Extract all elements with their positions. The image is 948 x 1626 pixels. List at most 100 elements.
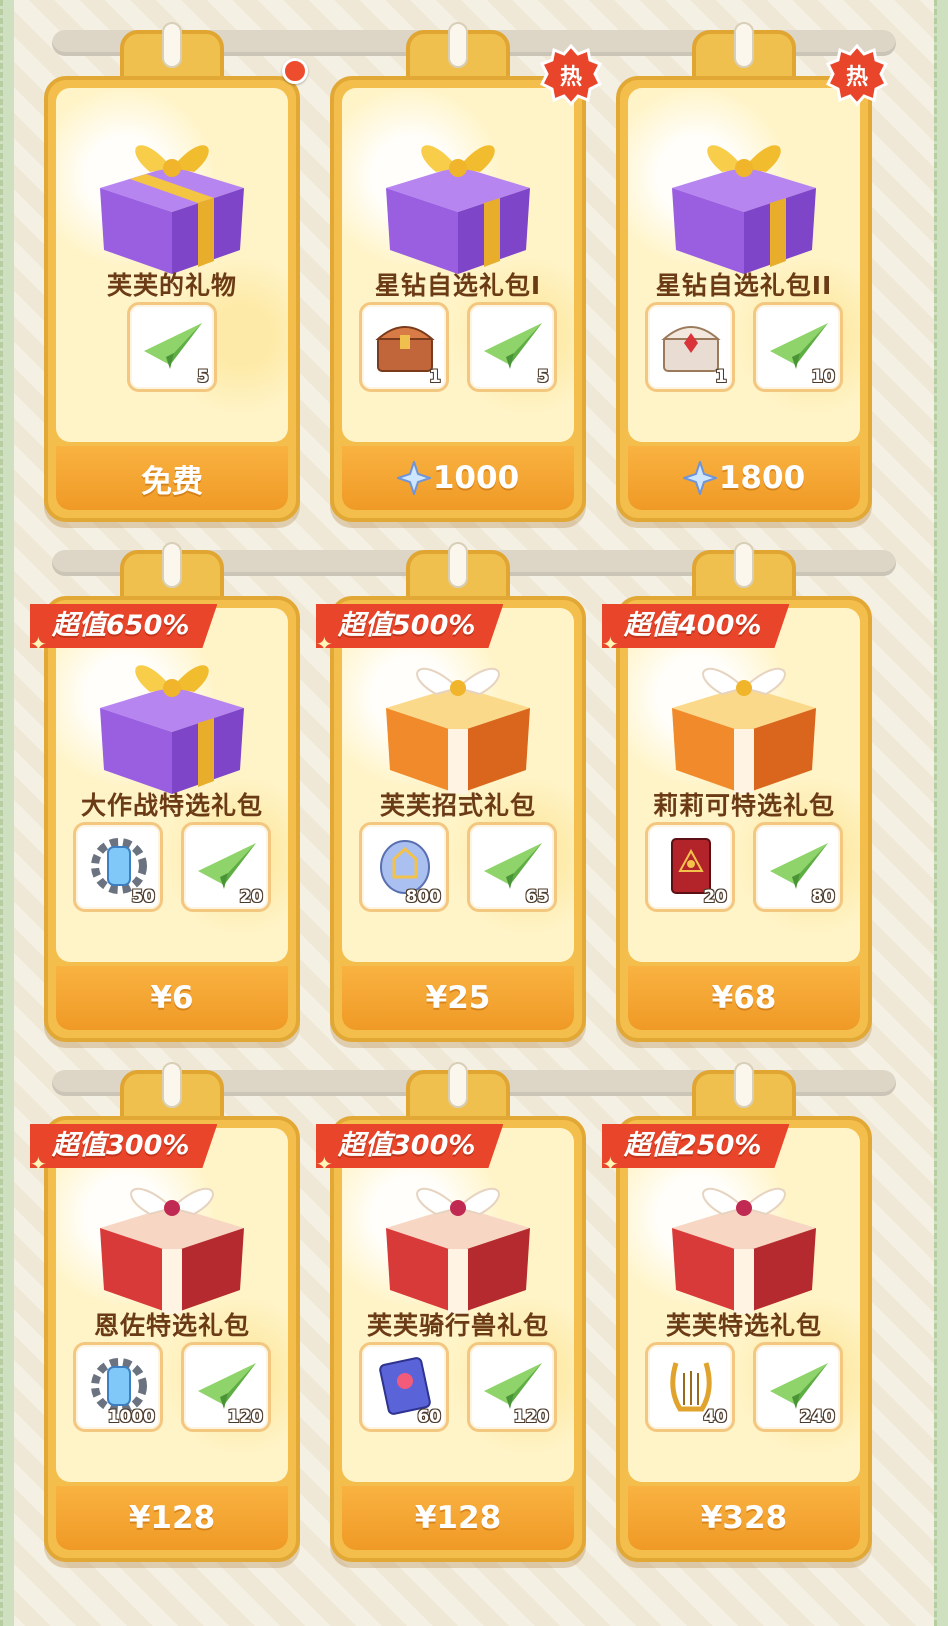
item-slot[interactable]: 5 — [467, 302, 557, 392]
item-quantity: 5 — [197, 367, 209, 387]
item-slot[interactable]: 1 — [645, 302, 735, 392]
pack-name: 恩佐特选礼包 — [93, 1311, 250, 1340]
hot-badge-text: 热 — [845, 65, 868, 90]
item-quantity: 1 — [715, 367, 727, 387]
pack-items: 1 5 — [330, 302, 586, 392]
pack-card-furfur-gift[interactable]: 免费 芙芙的礼物 5 — [44, 22, 308, 522]
pack-name: 大作战特选礼包 — [80, 791, 263, 820]
pack-name: 芙芙招式礼包 — [379, 791, 536, 820]
clip-peg — [734, 1062, 754, 1108]
right-border-rail — [934, 0, 948, 1626]
item-slot[interactable]: 20 — [645, 822, 735, 912]
item-quantity: 20 — [239, 887, 263, 907]
buy-button[interactable]: ¥68 — [628, 966, 860, 1030]
pack-card-furfur-moves[interactable]: ¥25 芙芙招式礼包 800 65 超值500% ✦ — [316, 542, 586, 1042]
clip-peg — [448, 1062, 468, 1108]
clip-peg — [162, 1062, 182, 1108]
pack-card-battle[interactable]: ¥6 大作战特选礼包 50 20 超值650% ✦ — [30, 542, 300, 1042]
pack-card-star-diamond-1[interactable]: 1000 星钻自选礼包I 1 5 热 — [330, 22, 602, 522]
pack-items: 1000 120 — [44, 1342, 300, 1432]
pack-name: 芙芙骑行兽礼包 — [366, 1311, 549, 1340]
price-label: ¥128 — [128, 1500, 216, 1536]
pack-name: 星钻自选礼包II — [655, 271, 833, 300]
item-slot[interactable]: 1 — [359, 302, 449, 392]
buy-button[interactable]: ¥128 — [56, 1486, 288, 1550]
clip-peg — [734, 22, 754, 68]
claim-button[interactable]: 免费 — [56, 446, 288, 510]
value-ribbon: 超值500% — [316, 604, 504, 648]
purple-gift-box-icon — [386, 145, 530, 274]
item-slot[interactable]: 20 — [181, 822, 271, 912]
price-label: ¥68 — [711, 980, 777, 1016]
item-quantity: 65 — [525, 887, 549, 907]
item-slot[interactable]: 800 — [359, 822, 449, 912]
item-slot[interactable]: 240 — [753, 1342, 843, 1432]
value-ribbon: 超值650% — [30, 604, 218, 648]
pack-card-star-diamond-2[interactable]: 1800 星钻自选礼包II 1 10 热 — [616, 22, 888, 522]
red-gift-box-icon — [672, 1187, 816, 1314]
item-quantity: 80 — [811, 887, 835, 907]
item-quantity: 10 — [811, 367, 835, 387]
value-ribbon: 超值250% — [602, 1124, 790, 1168]
pack-card-lilico[interactable]: ¥68 莉莉可特选礼包 20 80 超值400% ✦ — [602, 542, 872, 1042]
item-slot[interactable]: 120 — [181, 1342, 271, 1432]
item-slot[interactable]: 10 — [753, 302, 843, 392]
clip-peg — [448, 22, 468, 68]
sparkle-icon: ✦ — [602, 1152, 619, 1176]
buy-button[interactable]: ¥328 — [628, 1486, 860, 1550]
buy-button[interactable]: ¥6 — [56, 966, 288, 1030]
pack-card-furfur-special[interactable]: ¥328 芙芙特选礼包 40 240 超值250% ✦ — [602, 1062, 872, 1562]
item-slot[interactable]: 65 — [467, 822, 557, 912]
value-ribbon: 超值400% — [602, 604, 790, 648]
clip-peg — [162, 22, 182, 68]
item-slot[interactable]: 120 — [467, 1342, 557, 1432]
value-ribbon: 超值300% — [316, 1124, 504, 1168]
pack-name: 莉莉可特选礼包 — [652, 791, 835, 820]
buy-button[interactable]: ¥128 — [342, 1486, 574, 1550]
price-label: 免费 — [141, 463, 203, 500]
orange-gift-box-icon — [672, 667, 816, 794]
item-slot[interactable]: 5 — [127, 302, 217, 392]
pack-name: 芙芙特选礼包 — [665, 1311, 822, 1340]
sparkle-icon: ✦ — [316, 632, 333, 656]
clip-peg — [448, 542, 468, 588]
pack-items: 5 — [44, 302, 300, 392]
notification-dot — [282, 58, 308, 84]
star-crystal-icon — [396, 461, 431, 495]
left-border-rail — [0, 0, 14, 1626]
orange-gift-box-icon — [386, 667, 530, 794]
pack-name: 星钻自选礼包I — [374, 271, 542, 300]
pack-items: 800 65 — [330, 822, 586, 912]
pack-card-enzo[interactable]: ¥128 恩佐特选礼包 1000 120 超值300% ✦ — [30, 1062, 300, 1562]
item-quantity: 60 — [417, 1407, 441, 1427]
buy-button[interactable]: ¥25 — [342, 966, 574, 1030]
red-gift-box-icon — [100, 1187, 244, 1314]
hot-badge-text: 热 — [559, 65, 582, 90]
pack-items: 60 120 — [330, 1342, 586, 1432]
pack-items: 40 240 — [616, 1342, 872, 1432]
bronze-treasure-chest-icon — [375, 326, 435, 372]
item-slot[interactable]: 60 — [359, 1342, 449, 1432]
item-slot[interactable]: 40 — [645, 1342, 735, 1432]
price-label: ¥128 — [414, 1500, 502, 1536]
item-slot[interactable]: 80 — [753, 822, 843, 912]
buy-button[interactable]: 1800 — [628, 446, 860, 510]
paper-plane-icon — [144, 323, 202, 369]
value-ribbon: 超值300% — [30, 1124, 218, 1168]
item-quantity: 20 — [703, 887, 727, 907]
pack-card-furfur-mount[interactable]: ¥128 芙芙骑行兽礼包 60 120 超值300% ✦ — [316, 1062, 586, 1562]
purple-gift-box-icon — [672, 145, 816, 274]
price-label: ¥25 — [425, 980, 491, 1016]
item-quantity: 1000 — [107, 1407, 155, 1427]
shop-row-2: ¥6 大作战特选礼包 50 20 超值650% ✦ ¥25 芙芙招式礼包 800… — [30, 542, 918, 1064]
item-slot[interactable]: 1000 — [73, 1342, 163, 1432]
buy-button[interactable]: 1000 — [342, 446, 574, 510]
item-quantity: 800 — [405, 887, 442, 907]
sparkle-icon: ✦ — [30, 632, 47, 656]
item-slot[interactable]: 50 — [73, 822, 163, 912]
shop-row-3: ¥128 恩佐特选礼包 1000 120 超值300% ✦ ¥128 芙芙骑行兽… — [30, 1062, 918, 1584]
ornate-treasure-chest-icon — [661, 326, 721, 372]
sparkle-icon: ✦ — [316, 1152, 333, 1176]
item-quantity: 50 — [131, 887, 155, 907]
red-gift-box-icon — [386, 1187, 530, 1314]
